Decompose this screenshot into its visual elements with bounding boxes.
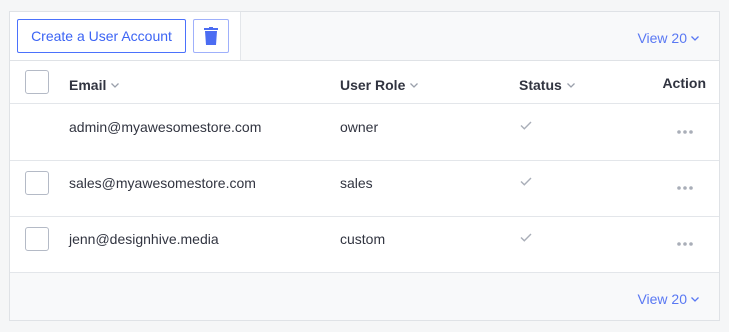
table-header: Email User Role Status Action xyxy=(10,61,719,104)
more-horizontal-icon[interactable] xyxy=(677,130,693,134)
user-role: owner xyxy=(340,119,379,135)
user-email: sales@myawesomestore.com xyxy=(69,175,256,191)
sort-chevron-icon xyxy=(111,74,120,92)
action-column-header: Action xyxy=(662,74,706,92)
status-column-label: Status xyxy=(519,77,562,93)
user-role: custom xyxy=(340,231,386,247)
check-icon xyxy=(520,177,532,186)
delete-button[interactable] xyxy=(193,19,229,53)
row-checkbox[interactable] xyxy=(25,227,49,251)
user-email: admin@myawesomestore.com xyxy=(69,119,262,135)
chevron-down-icon xyxy=(691,26,699,46)
more-horizontal-icon[interactable] xyxy=(677,186,693,190)
user-email: jenn@designhive.media xyxy=(69,231,219,247)
view-count-select-bottom[interactable]: View 20 xyxy=(637,287,699,309)
user-role-column-header[interactable]: User Role xyxy=(340,74,419,94)
toolbar-actions: Create a User Account xyxy=(10,12,241,60)
sort-chevron-icon xyxy=(566,74,575,92)
chevron-down-icon xyxy=(691,287,699,307)
toolbar: Create a User Account View 20 xyxy=(10,12,719,61)
table-footer: View 20 xyxy=(10,273,719,320)
check-icon xyxy=(520,233,532,242)
more-horizontal-icon[interactable] xyxy=(677,242,693,246)
table-row: jenn@designhive.media custom xyxy=(10,217,719,273)
user-role: sales xyxy=(340,175,373,191)
trash-icon xyxy=(204,27,218,45)
table-row: sales@myawesomestore.com sales xyxy=(10,161,719,217)
row-checkbox[interactable] xyxy=(25,171,49,195)
view-count-label: View 20 xyxy=(637,291,687,307)
check-icon xyxy=(520,121,532,130)
view-count-label: View 20 xyxy=(637,30,687,46)
select-all-checkbox[interactable] xyxy=(25,70,49,94)
view-count-select-top[interactable]: View 20 xyxy=(637,26,699,48)
create-user-account-button[interactable]: Create a User Account xyxy=(17,19,186,53)
email-column-header[interactable]: Email xyxy=(69,74,120,94)
status-column-header[interactable]: Status xyxy=(519,74,575,94)
action-column-label: Action xyxy=(662,75,706,91)
users-panel: Create a User Account View 20 Email User… xyxy=(9,11,720,321)
sort-chevron-icon xyxy=(410,74,419,92)
table-row: admin@myawesomestore.com owner xyxy=(10,105,719,161)
email-column-label: Email xyxy=(69,77,107,93)
user-role-column-label: User Role xyxy=(340,77,406,93)
